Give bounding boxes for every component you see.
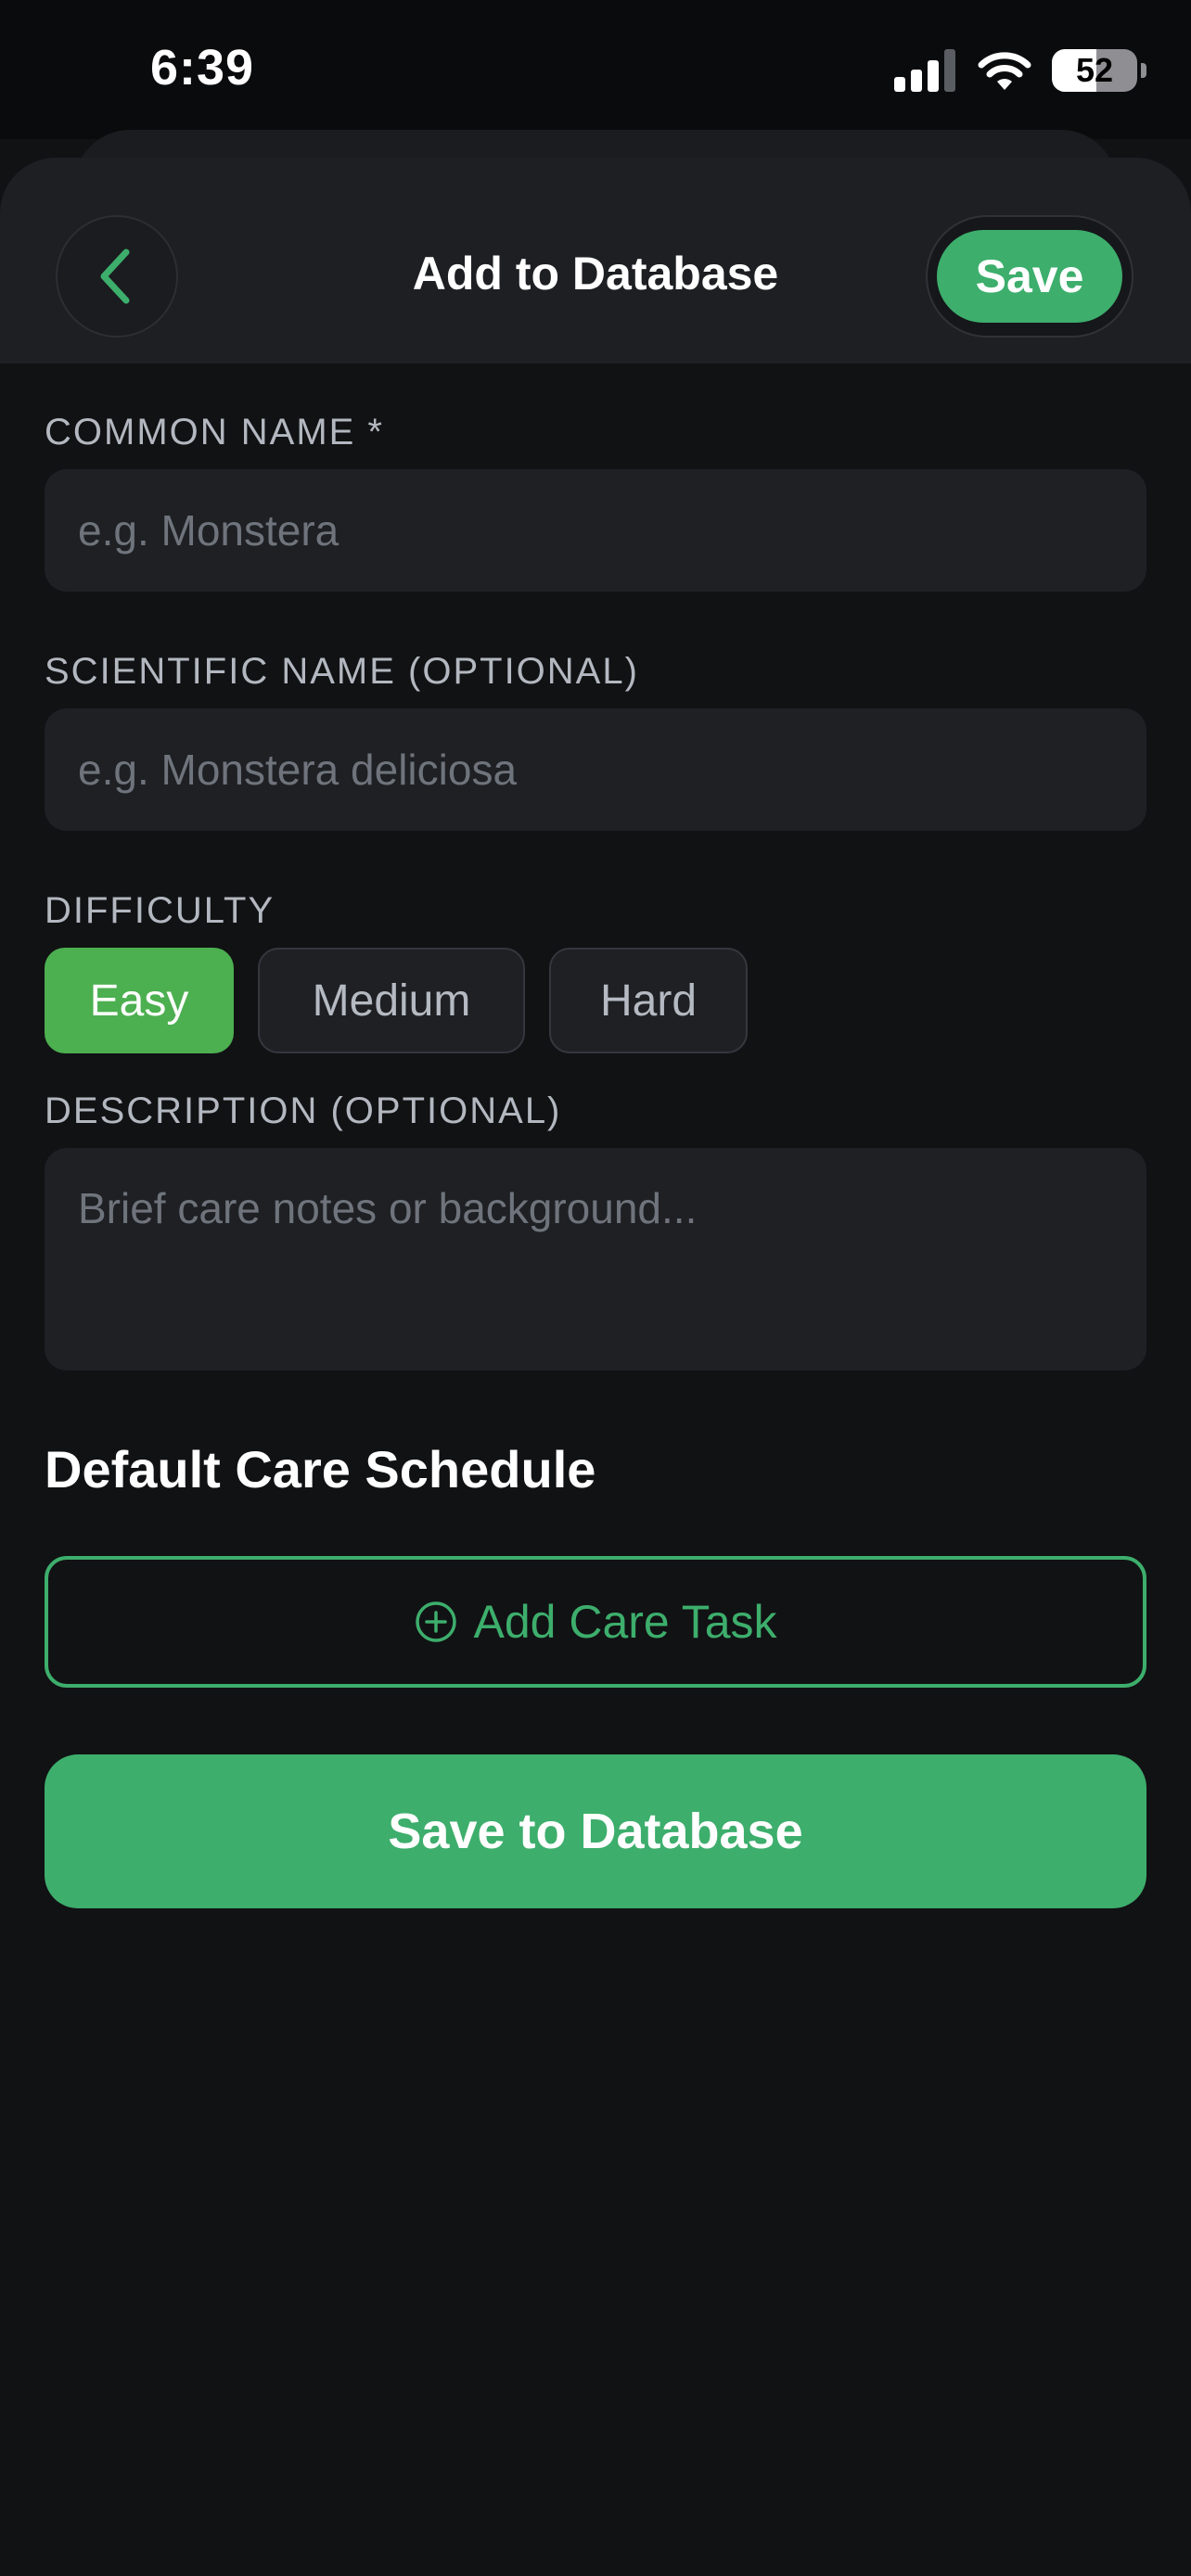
difficulty-option-easy[interactable]: Easy [45, 948, 234, 1053]
add-care-task-label: Add Care Task [473, 1596, 777, 1648]
status-icons: 52 [894, 45, 1146, 96]
difficulty-label: DIFFICULTY [45, 890, 275, 931]
wifi-icon [978, 52, 1031, 90]
battery-cap [1141, 63, 1146, 78]
plus-circle-icon [416, 1601, 457, 1642]
status-bar: 6:39 52 [0, 0, 1191, 139]
care-schedule-title: Default Care Schedule [45, 1440, 596, 1498]
common-name-input[interactable] [45, 469, 1146, 592]
scientific-name-input[interactable] [45, 708, 1146, 831]
save-button-container: Save [926, 215, 1133, 338]
description-label: DESCRIPTION (OPTIONAL) [45, 1090, 562, 1131]
add-to-database-screen: 6:39 52 Add to Database Save COMMON NAME… [0, 0, 1191, 2576]
battery-level: 52 [1075, 51, 1114, 89]
status-time: 6:39 [150, 40, 255, 96]
common-name-label: COMMON NAME * [45, 412, 384, 453]
scientific-name-label: SCIENTIFIC NAME (OPTIONAL) [45, 651, 639, 692]
signal-icon [894, 49, 955, 92]
battery-icon: 52 [1052, 49, 1146, 92]
description-input[interactable] [45, 1148, 1146, 1371]
difficulty-option-medium[interactable]: Medium [258, 948, 525, 1053]
save-to-database-button[interactable]: Save to Database [45, 1754, 1146, 1908]
difficulty-option-hard[interactable]: Hard [549, 948, 748, 1053]
difficulty-selector: Easy Medium Hard [45, 948, 748, 1053]
nav-header: Add to Database Save [0, 158, 1191, 363]
add-care-task-button[interactable]: Add Care Task [45, 1556, 1146, 1688]
battery-body: 52 [1052, 49, 1137, 92]
save-button[interactable]: Save [937, 230, 1122, 323]
